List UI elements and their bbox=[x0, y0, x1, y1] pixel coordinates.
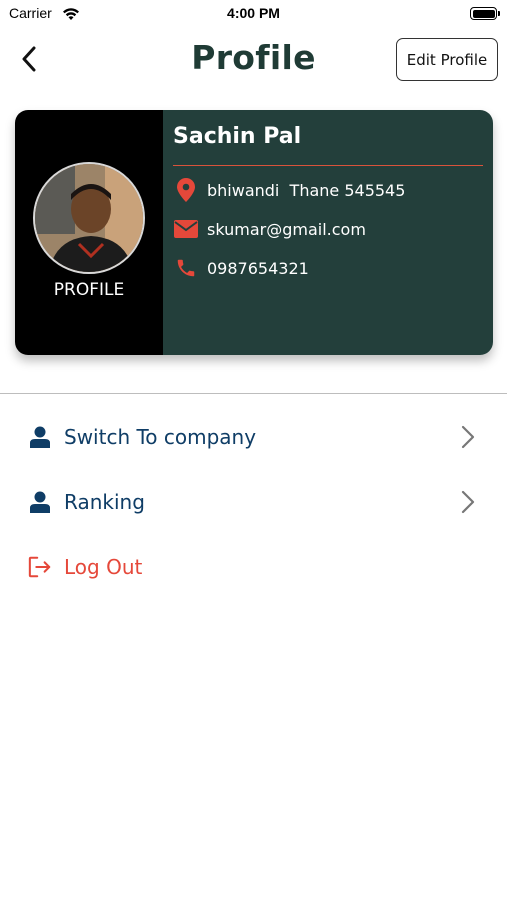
email-row: skumar@gmail.com bbox=[173, 216, 366, 242]
menu-label: Log Out bbox=[64, 555, 143, 579]
location-pin-icon bbox=[173, 177, 199, 203]
section-divider bbox=[0, 393, 507, 394]
avatar-label: PROFILE bbox=[53, 280, 125, 300]
address-text: bhiwandi Thane 545545 bbox=[207, 180, 406, 200]
person-icon bbox=[28, 490, 52, 514]
menu-item-log-out[interactable]: Log Out bbox=[0, 542, 507, 592]
avatar[interactable] bbox=[33, 162, 145, 274]
menu-item-ranking[interactable]: Ranking bbox=[0, 477, 507, 527]
status-bar: Carrier 4:00 PM bbox=[0, 0, 507, 28]
edit-profile-button[interactable]: Edit Profile bbox=[396, 38, 498, 81]
address-row: bhiwandi Thane 545545 bbox=[173, 177, 405, 203]
chevron-right-icon bbox=[458, 490, 478, 514]
logout-icon bbox=[28, 555, 52, 579]
mail-icon bbox=[173, 216, 199, 242]
clock: 4:00 PM bbox=[227, 5, 280, 21]
menu-label: Switch To company bbox=[64, 425, 257, 449]
user-name: Sachin Pal bbox=[173, 124, 302, 149]
card-info-panel: Sachin Pal bhiwandi Thane 545545 skumar@… bbox=[163, 110, 493, 355]
chevron-right-icon bbox=[458, 425, 478, 449]
email-text: skumar@gmail.com bbox=[207, 219, 366, 239]
battery-icon bbox=[470, 7, 500, 20]
menu-item-switch-to-company[interactable]: Switch To company bbox=[0, 412, 507, 462]
menu-label: Ranking bbox=[64, 490, 145, 514]
phone-row: 0987654321 bbox=[173, 255, 309, 281]
profile-card: PROFILE Sachin Pal bhiwandi Thane 545545… bbox=[15, 110, 493, 355]
card-avatar-panel: PROFILE bbox=[15, 110, 163, 355]
phone-icon bbox=[173, 255, 199, 281]
person-icon bbox=[28, 425, 52, 449]
name-divider bbox=[173, 165, 483, 166]
phone-text: 0987654321 bbox=[207, 258, 309, 278]
